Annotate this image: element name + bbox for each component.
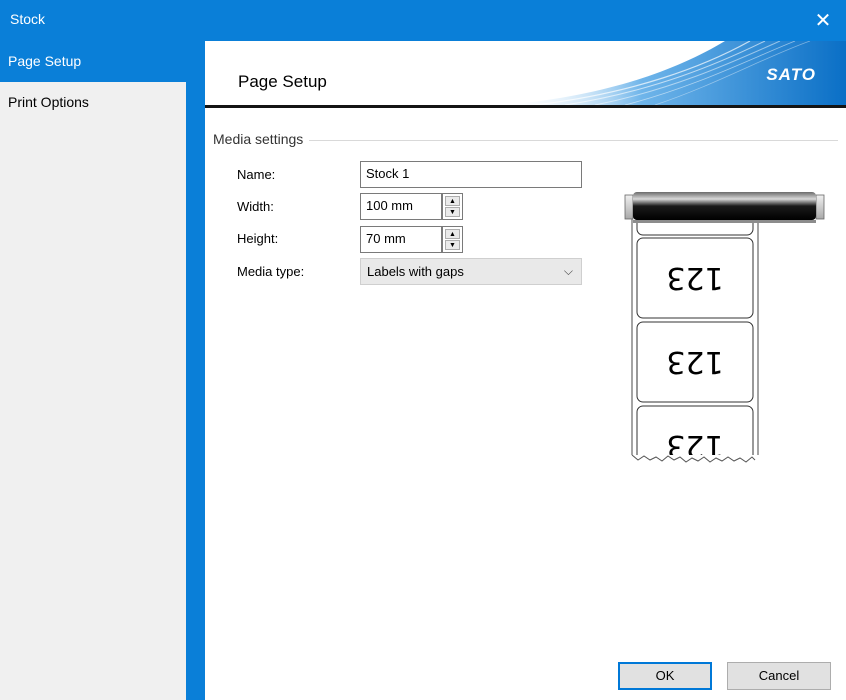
cancel-button[interactable]: Cancel <box>727 662 831 690</box>
height-decrement-icon[interactable]: ▼ <box>445 240 460 250</box>
sato-logo: SATO <box>766 65 816 84</box>
page-title: Page Setup <box>238 72 327 91</box>
preview-label-text: 123 <box>666 344 723 379</box>
window-title: Stock <box>10 11 46 27</box>
media-settings-group-label: Media settings <box>213 131 310 147</box>
title-bar: Stock ✕ <box>0 0 846 41</box>
width-decrement-icon[interactable]: ▼ <box>445 207 460 217</box>
width-label: Width: <box>237 199 274 214</box>
width-increment-icon[interactable]: ▲ <box>445 196 460 206</box>
media-type-value: Labels with gaps <box>367 264 464 279</box>
sidebar-item-page-setup[interactable]: Page Setup <box>0 41 186 82</box>
sidebar-divider <box>186 41 205 700</box>
name-label: Name: <box>237 167 276 182</box>
name-input[interactable]: Stock 1 <box>360 161 582 188</box>
close-icon[interactable]: ✕ <box>800 0 846 41</box>
width-stepper[interactable]: ▲ ▼ <box>442 193 463 220</box>
ok-button[interactable]: OK <box>618 662 712 690</box>
height-stepper[interactable]: ▲ ▼ <box>442 226 463 253</box>
height-input[interactable]: 70 mm <box>360 226 442 253</box>
height-label: Height: <box>237 231 279 246</box>
height-increment-icon[interactable]: ▲ <box>445 229 460 239</box>
width-input[interactable]: 100 mm <box>360 193 442 220</box>
header-banner: Page Setup SATO <box>205 41 846 108</box>
sidebar-item-print-options[interactable]: Print Options <box>0 82 186 123</box>
chevron-down-icon: ⌵ <box>563 264 573 278</box>
preview-label-text: 123 <box>666 260 723 295</box>
content-panel: Page Setup SATO Media settings Name: Sto… <box>205 41 846 700</box>
media-type-dropdown[interactable]: Labels with gaps ⌵ <box>360 258 582 285</box>
media-type-label: Media type: <box>237 264 305 279</box>
sidebar: Page Setup Print Options <box>0 41 186 700</box>
media-preview-illustration: 123 123 123 <box>624 192 825 469</box>
